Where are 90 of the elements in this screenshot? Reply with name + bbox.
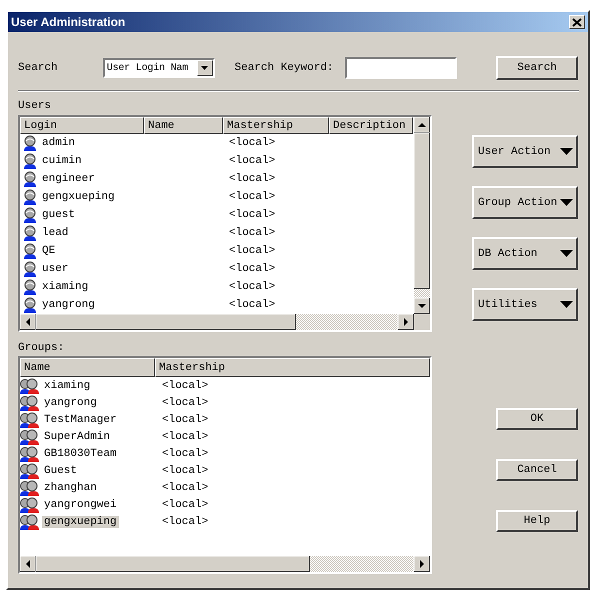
action-menu-button[interactable]: DB Action — [472, 237, 578, 270]
mastership-cell: <local> — [229, 173, 276, 185]
column-header[interactable]: Mastership — [155, 358, 430, 377]
group-name[interactable]: SuperAdmin — [42, 430, 112, 442]
group-name[interactable]: Guest — [42, 464, 80, 476]
keyword-field[interactable] — [345, 57, 458, 79]
mastership-cell: <local> — [162, 482, 208, 494]
group-icon — [20, 496, 39, 512]
column-header[interactable]: Mastership — [223, 117, 329, 134]
user-login[interactable]: QE — [40, 245, 58, 257]
user-icon — [23, 153, 37, 169]
horizontal-scrollbar[interactable] — [20, 556, 430, 572]
group-icon — [20, 428, 39, 444]
scrollbar-corner — [414, 314, 430, 330]
mastership-cell: <local> — [229, 227, 276, 239]
user-icon — [23, 261, 37, 277]
user-icon — [23, 279, 37, 295]
group-icon — [20, 462, 39, 478]
user-icon — [23, 243, 37, 259]
mastership-cell: <local> — [229, 137, 276, 149]
group-name[interactable]: yangrongwei — [42, 498, 119, 510]
user-login[interactable]: yangrong — [40, 299, 97, 311]
group-name[interactable]: GB18030Team — [42, 448, 119, 460]
mastership-cell: <local> — [162, 516, 208, 528]
user-login[interactable]: admin — [40, 137, 78, 149]
group-icon — [20, 446, 39, 462]
user-icon — [23, 135, 37, 151]
mastership-cell: <local> — [162, 464, 208, 476]
group-name[interactable]: gengxueping — [42, 516, 119, 528]
user-icon — [23, 297, 37, 313]
mastership-cell: <local> — [229, 299, 276, 311]
mastership-cell: <local> — [162, 498, 208, 510]
group-icon — [20, 378, 39, 394]
column-header[interactable]: Description — [329, 117, 413, 134]
close-icon — [572, 18, 582, 26]
user-icon — [23, 207, 37, 223]
user-login[interactable]: cuimin — [40, 155, 84, 167]
dialog-button[interactable]: Help — [496, 510, 578, 532]
dropdown-value: User Login Nam — [106, 62, 189, 74]
column-header[interactable]: Name — [144, 117, 223, 134]
action-menu-button[interactable]: Group Action — [472, 186, 578, 219]
user-login[interactable]: lead — [40, 227, 70, 239]
group-name[interactable]: yangrong — [42, 396, 99, 408]
keyword-label: Search Keyword: — [234, 62, 335, 74]
user-login[interactable]: guest — [40, 209, 78, 221]
group-name[interactable]: TestManager — [42, 414, 119, 426]
mastership-cell: <local> — [229, 263, 276, 275]
caret-icon — [560, 250, 573, 257]
mastership-cell: <local> — [229, 191, 276, 203]
users-label: Users — [18, 100, 52, 113]
action-menu-button[interactable]: User Action — [472, 135, 578, 168]
dialog-button[interactable]: Cancel — [496, 459, 578, 481]
group-icon — [20, 412, 39, 428]
user-login[interactable]: user — [40, 263, 70, 275]
mastership-cell: <local> — [229, 155, 276, 167]
mastership-cell: <local> — [162, 430, 208, 442]
mastership-cell: <local> — [162, 414, 208, 426]
mastership-cell: <local> — [229, 245, 276, 257]
window-title: User Administration — [11, 15, 126, 29]
group-icon — [20, 480, 39, 496]
user-login[interactable]: gengxueping — [40, 191, 117, 203]
column-header[interactable]: Login — [20, 117, 144, 134]
user-login[interactable]: xiaming — [40, 281, 90, 293]
horizontal-scrollbar[interactable] — [20, 314, 414, 330]
caret-icon — [560, 301, 573, 308]
group-name[interactable]: zhanghan — [42, 482, 99, 494]
close-button[interactable] — [569, 15, 585, 29]
group-icon — [20, 514, 39, 530]
user-icon — [23, 171, 37, 187]
search-label: Search — [18, 62, 59, 74]
mastership-cell: <local> — [162, 448, 208, 460]
group-icon — [20, 394, 39, 410]
vertical-scrollbar[interactable] — [414, 117, 430, 314]
action-menu-button[interactable]: Utilities — [472, 288, 578, 321]
dialog-button[interactable]: OK — [496, 408, 578, 430]
user-login[interactable]: engineer — [40, 173, 97, 185]
mastership-cell: <local> — [162, 396, 208, 408]
caret-icon — [560, 148, 573, 155]
search-button[interactable]: Search — [496, 56, 578, 80]
caret-icon — [560, 199, 573, 206]
column-header[interactable]: Name — [20, 358, 155, 377]
caret-icon — [201, 66, 208, 70]
mastership-cell: <local> — [162, 380, 208, 392]
groups-label: Groups: — [18, 342, 66, 356]
user-icon — [23, 225, 37, 241]
group-name[interactable]: xiaming — [42, 380, 92, 392]
user-icon — [23, 189, 37, 205]
mastership-cell: <local> — [229, 281, 276, 293]
mastership-cell: <local> — [229, 209, 276, 221]
search-scope-dropdown[interactable]: User Login Nam — [102, 58, 214, 78]
